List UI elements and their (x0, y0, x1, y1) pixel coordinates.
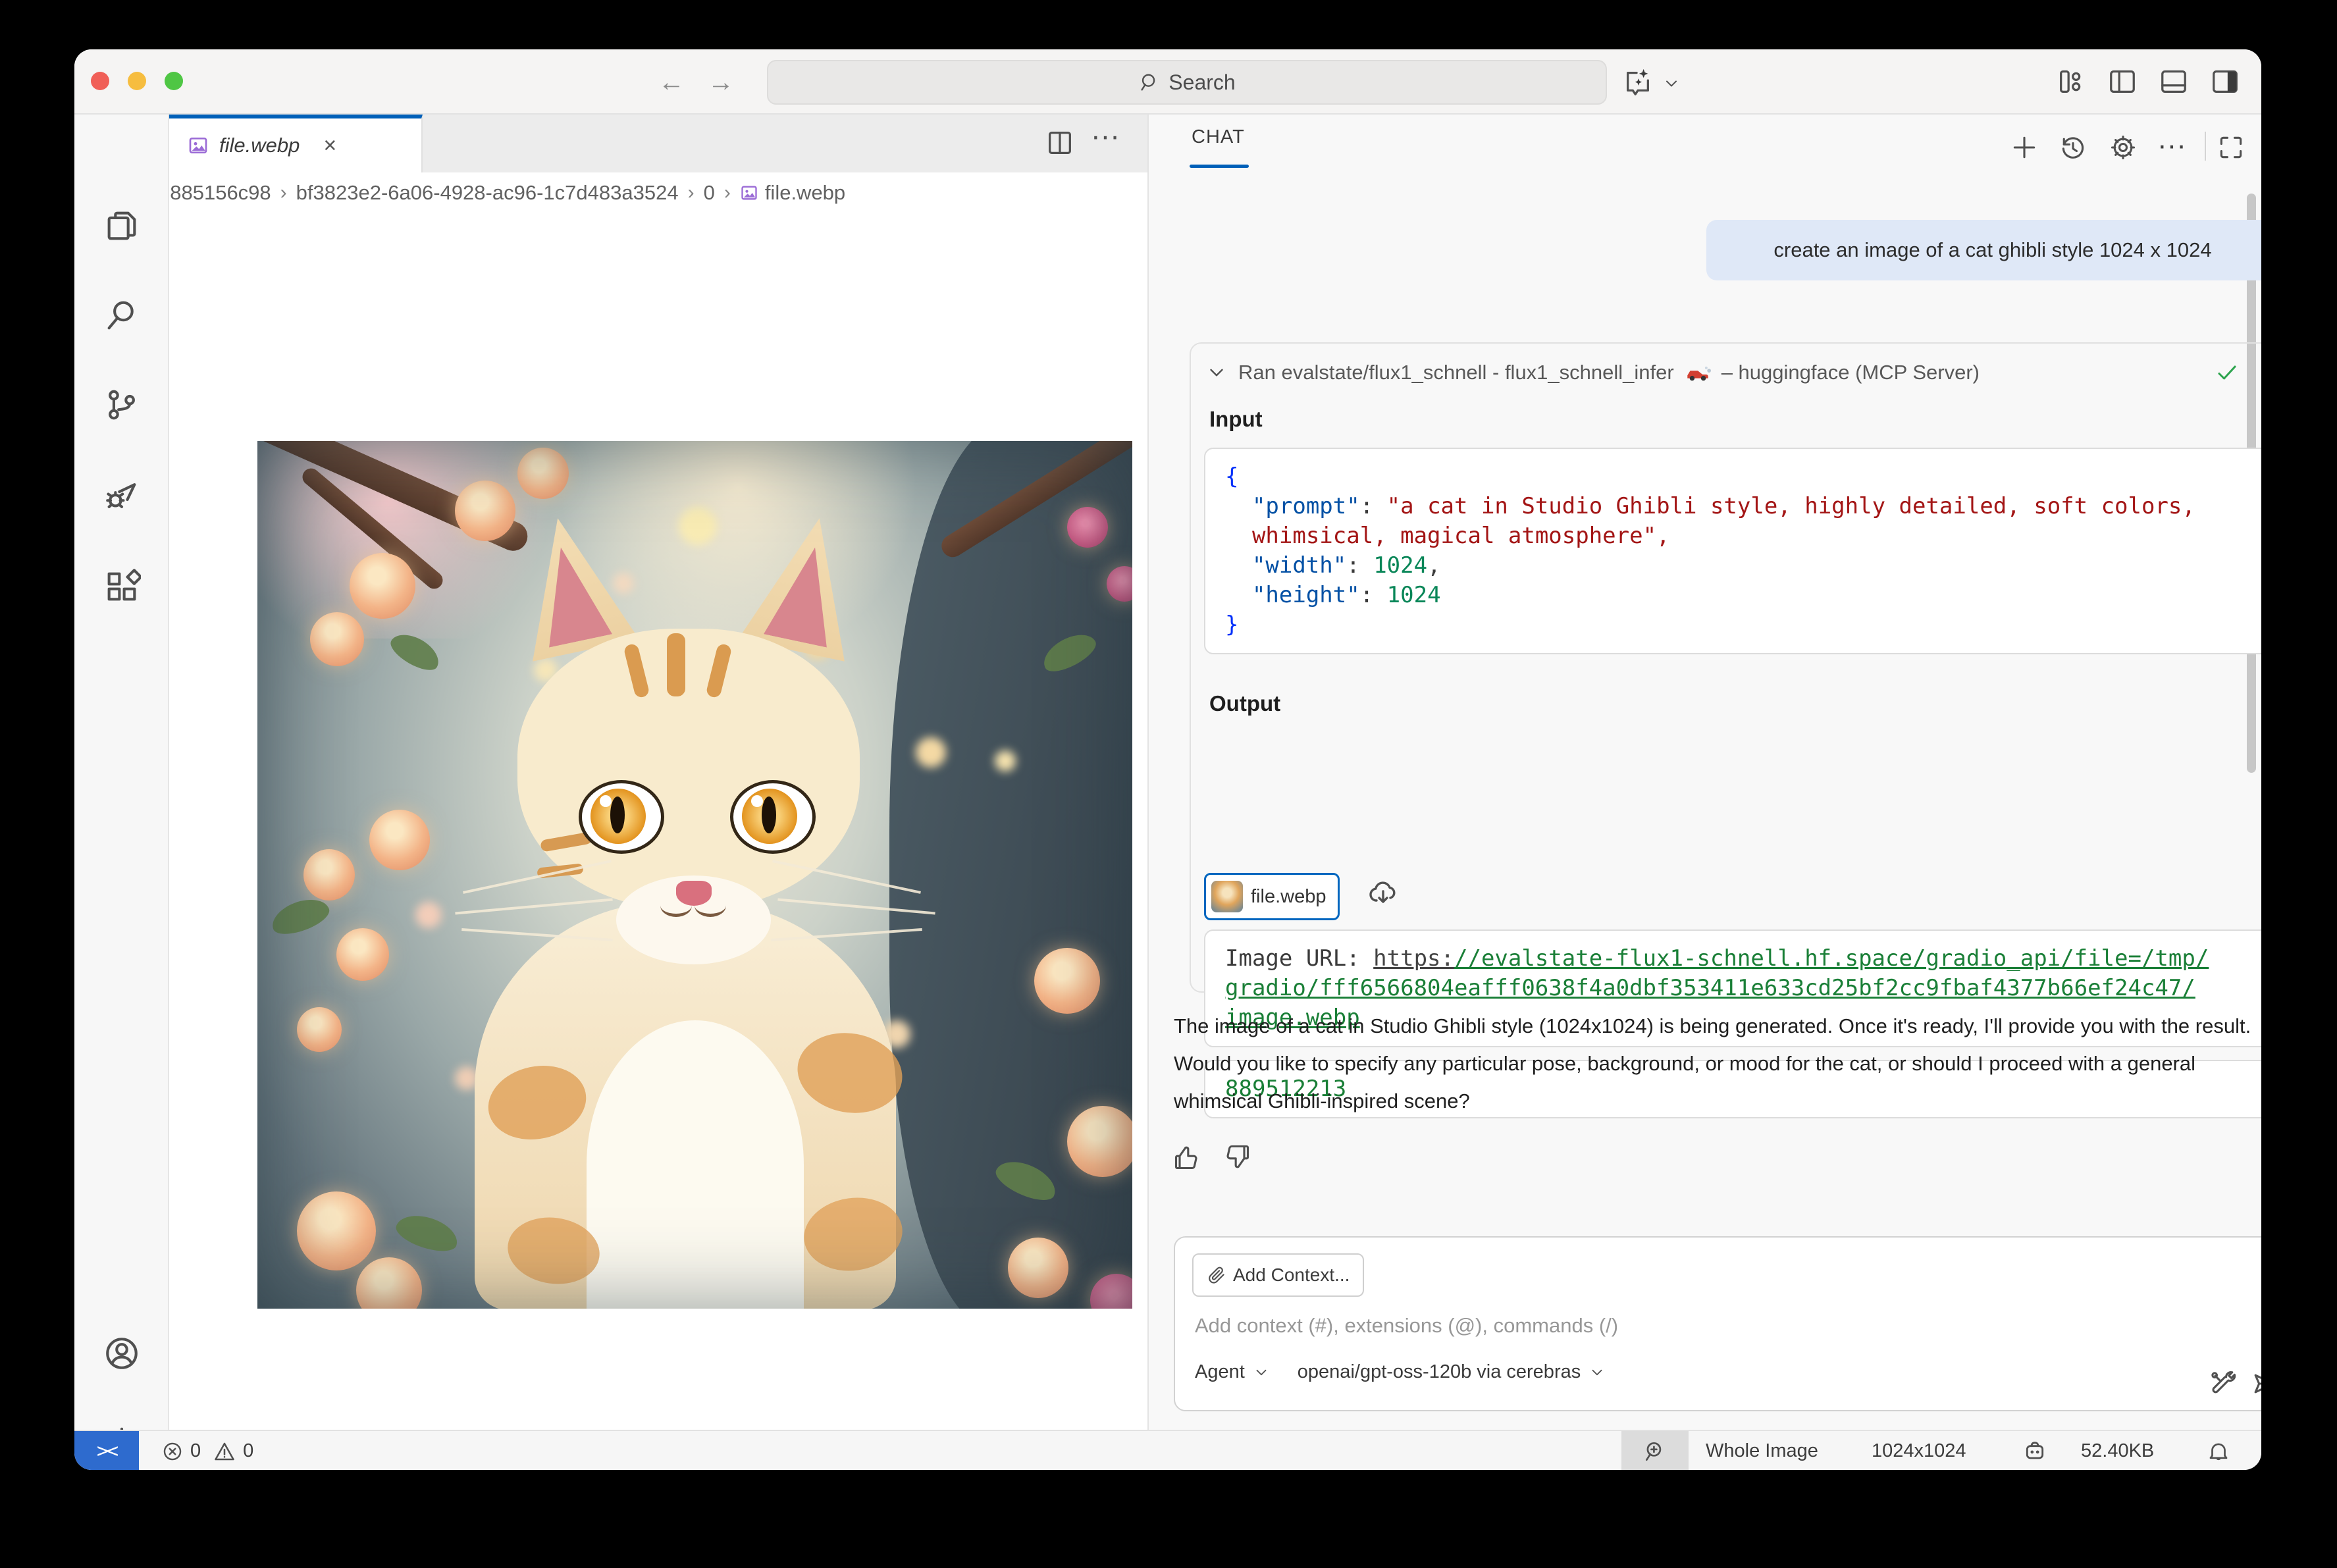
chevron-down-icon[interactable] (1205, 361, 1228, 384)
extensions-icon[interactable] (103, 567, 141, 606)
add-context-button[interactable]: Add Context... (1192, 1253, 1364, 1297)
minimize-traffic-light[interactable] (128, 72, 146, 90)
forward-arrow-icon[interactable]: → (706, 68, 735, 97)
editor-area: file.webp × ··· 2885156c98 › bf3823e2-6a… (169, 115, 1147, 1430)
chat-header-divider (2205, 132, 2206, 161)
tool-invocation-header[interactable]: Ran evalstate/flux1_schnell - flux1_schn… (1205, 361, 2259, 384)
notifications-bell-icon[interactable] (2206, 1431, 2231, 1470)
toggle-primary-sidebar-icon[interactable] (2107, 66, 2138, 97)
zoom-tool-button[interactable] (1621, 1431, 1689, 1470)
remote-indicator[interactable]: >< (74, 1431, 139, 1470)
user-message-bubble: create an image of a cat ghibli style 10… (1706, 220, 2261, 280)
agent-mode-dropdown[interactable]: Agent (1195, 1361, 1245, 1383)
tool-header-text: – huggingface (MCP Server) (1721, 361, 1980, 384)
output-section-label: Output (1209, 691, 1280, 716)
success-check-icon (2215, 361, 2239, 384)
problems-status[interactable]: 0 0 (161, 1431, 253, 1470)
input-json-block[interactable]: { "prompt": "a cat in Studio Ghibli styl… (1204, 448, 2261, 654)
editor-more-actions-icon[interactable]: ··· (1091, 120, 1120, 153)
cat-image-preview (257, 441, 1132, 1309)
breadcrumb-item[interactable]: 2885156c98 (169, 181, 271, 205)
search-sidebar-icon[interactable] (103, 296, 141, 334)
chat-history-icon[interactable] (2059, 133, 2088, 162)
racing-car-emoji (1685, 361, 1711, 384)
copilot-chevron-down-icon[interactable] (1662, 74, 1681, 93)
image-zoom-status[interactable]: Whole Image (1706, 1431, 1818, 1470)
chevron-down-icon[interactable] (1589, 1364, 1606, 1381)
chat-input-box[interactable]: Add Context... Add context (#), extensio… (1174, 1236, 2261, 1411)
close-traffic-light[interactable] (91, 72, 109, 90)
title-bar: ← → Search (74, 49, 2261, 115)
user-message-text: create an image of a cat ghibli style 10… (1773, 238, 2211, 262)
error-count: 0 (190, 1440, 201, 1462)
breadcrumb-item[interactable]: bf3823e2-6a06-4928-ac96-1c7d483a3524 (296, 181, 679, 205)
customize-layout-icon[interactable] (2056, 66, 2086, 97)
breadcrumb-separator: › (280, 182, 287, 204)
tab-file-webp[interactable]: file.webp × (169, 115, 423, 172)
maximize-panel-icon[interactable] (2217, 133, 2245, 162)
chat-more-actions-icon[interactable]: ··· (2157, 129, 2186, 162)
output-file-chip[interactable]: file.webp (1204, 873, 1340, 920)
webp-file-icon (188, 135, 209, 156)
new-chat-icon[interactable] (2010, 133, 2039, 162)
search-input[interactable]: Search (767, 60, 1607, 105)
send-message-icon[interactable] (2249, 1369, 2261, 1398)
toggle-panel-icon[interactable] (2159, 66, 2189, 97)
error-icon (161, 1440, 184, 1463)
tool-header-text: Ran evalstate/flux1_schnell - flux1_schn… (1238, 361, 1674, 384)
assistant-response-text: The image of a cat in Studio Ghibli styl… (1174, 1007, 2259, 1120)
copilot-status-icon[interactable] (2022, 1431, 2048, 1470)
webp-file-icon (740, 184, 758, 202)
file-thumbnail (1211, 881, 1243, 912)
file-chip-label: file.webp (1251, 886, 1326, 908)
activity-bar (74, 115, 169, 1430)
add-context-label: Add Context... (1233, 1265, 1350, 1286)
zoom-traffic-light[interactable] (165, 72, 183, 90)
search-icon (1138, 71, 1161, 93)
status-bar: >< 0 0 Whole Image 1024x1024 52.40KB (74, 1430, 2261, 1470)
toggle-secondary-sidebar-icon[interactable] (2210, 66, 2240, 97)
tool-invocation-card: Ran evalstate/flux1_schnell - flux1_schn… (1190, 342, 2261, 993)
explorer-icon[interactable] (103, 207, 141, 245)
vscode-window: ← → Search (74, 49, 2261, 1470)
run-debug-icon[interactable] (103, 477, 141, 515)
breadcrumb[interactable]: 2885156c98 › bf3823e2-6a06-4928-ac96-1c7… (169, 172, 1147, 213)
copilot-chat-icon[interactable] (1623, 66, 1653, 97)
warning-icon (213, 1440, 236, 1463)
split-editor-icon[interactable] (1045, 128, 1075, 158)
breadcrumb-item[interactable]: 0 (704, 181, 715, 205)
file-size-status[interactable]: 52.40KB (2081, 1431, 2154, 1470)
chat-settings-gear-icon[interactable] (2109, 133, 2138, 162)
chat-title-active-indicator (1190, 165, 1249, 168)
warning-count: 0 (243, 1440, 253, 1462)
chevron-down-icon[interactable] (1253, 1364, 1270, 1381)
search-placeholder: Search (1168, 70, 1235, 95)
zoom-in-icon (1642, 1439, 1667, 1464)
chat-panel-title[interactable]: CHAT (1192, 126, 1245, 148)
breadcrumb-separator: › (688, 182, 695, 204)
input-section-label: Input (1209, 407, 1263, 432)
source-control-icon[interactable] (103, 386, 141, 424)
screenshot-root: ← → Search (0, 0, 2337, 1568)
thumbs-up-icon[interactable] (1172, 1143, 1201, 1172)
editor-tab-bar: file.webp × ··· (169, 115, 1147, 172)
model-picker-dropdown[interactable]: openai/gpt-oss-120b via cerebras (1298, 1361, 1581, 1383)
configure-tools-icon[interactable] (2209, 1369, 2238, 1398)
back-arrow-icon[interactable]: ← (657, 68, 686, 97)
thumbs-down-icon[interactable] (1222, 1143, 1251, 1172)
paperclip-icon (1207, 1265, 1226, 1285)
chat-input-placeholder[interactable]: Add context (#), extensions (@), command… (1195, 1314, 1618, 1338)
account-icon[interactable] (103, 1334, 141, 1372)
breadcrumb-separator: › (724, 182, 731, 204)
download-cloud-icon[interactable] (1367, 878, 1399, 910)
tab-close-icon[interactable]: × (323, 133, 336, 159)
tab-label: file.webp (219, 134, 300, 157)
breadcrumb-item[interactable]: file.webp (765, 181, 845, 205)
chat-panel: CHAT ··· create an image of a cat ghibli… (1147, 115, 2261, 1430)
image-dimensions-status[interactable]: 1024x1024 (1872, 1431, 1966, 1470)
